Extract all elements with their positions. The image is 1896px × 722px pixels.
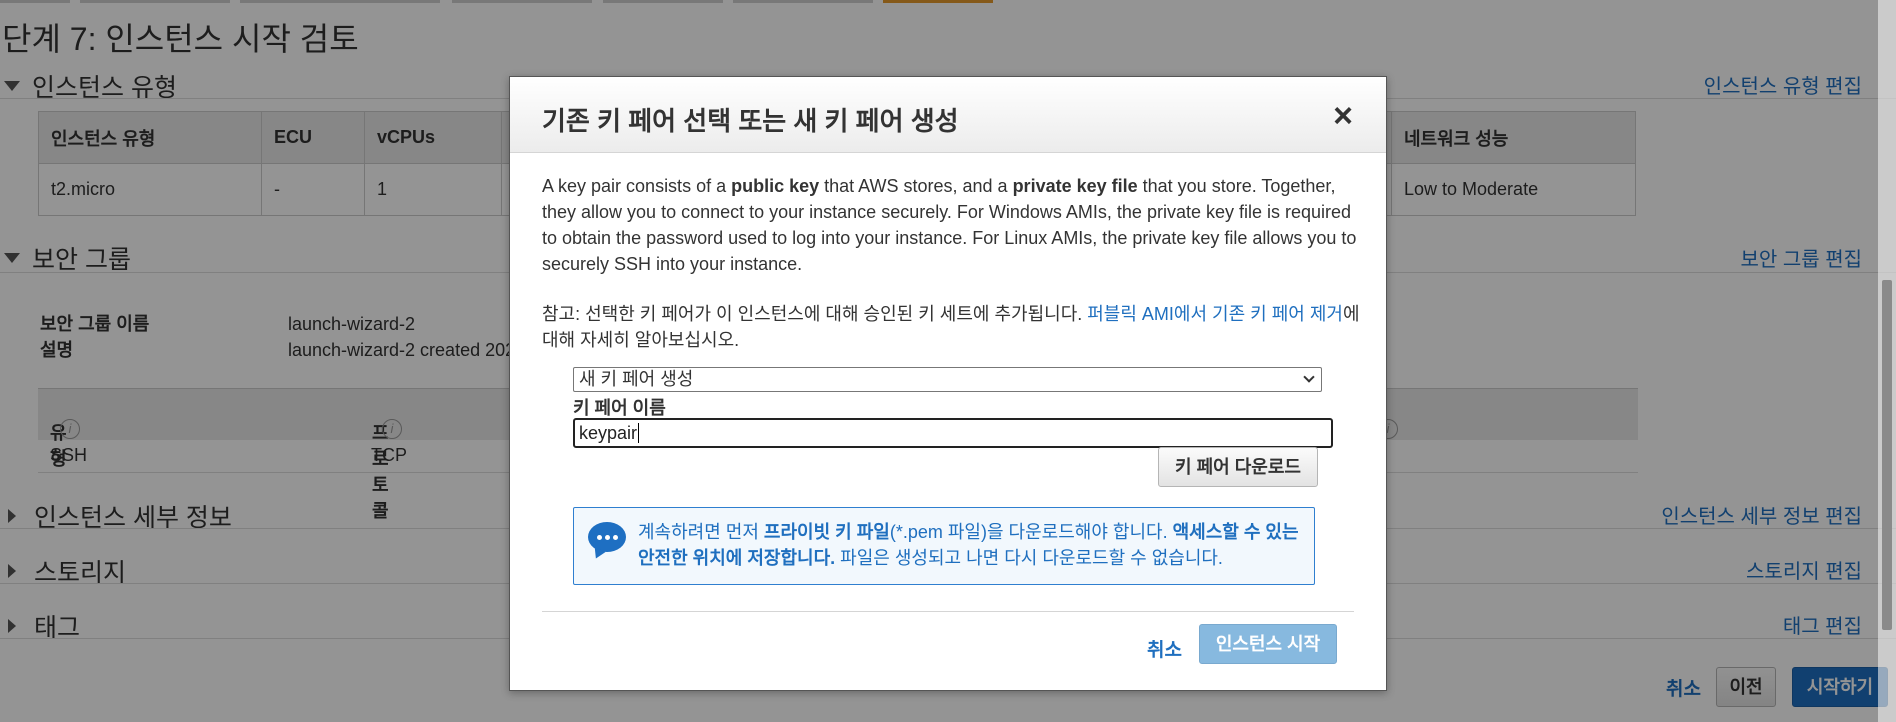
page-scrollbar[interactable] [1878,0,1896,722]
key-pair-name-label: 키 페어 이름 [573,398,666,418]
key-pair-note: 참고: 선택한 키 페어가 이 인스턴스에 대해 승인된 키 세트에 추가됩니다… [542,304,1360,350]
dialog-footer-divider [542,611,1354,612]
download-key-pair-button[interactable]: 키 페어 다운로드 [1158,447,1318,487]
input-value: keypair [579,423,638,443]
dialog-cancel-link[interactable]: 취소 [1147,635,1182,662]
remove-key-pair-help-link[interactable]: 퍼블릭 AMI에서 기존 키 페어 제거 [1087,304,1343,324]
key-pair-dialog: 기존 키 페어 선택 또는 새 키 페어 생성 × A key pair con… [509,76,1387,691]
launch-instance-button[interactable]: 인스턴스 시작 [1199,624,1337,664]
key-pair-option-select[interactable]: 새 키 페어 생성 [573,367,1322,392]
dialog-header: 기존 키 페어 선택 또는 새 키 페어 생성 × [510,77,1386,153]
text-caret [638,423,640,443]
dialog-title: 기존 키 페어 선택 또는 새 키 페어 생성 [542,106,959,136]
key-pair-name-input[interactable]: keypair [573,418,1333,448]
key-pair-description: A key pair consists of a public key that… [542,176,1357,274]
chevron-down-icon [1303,371,1315,383]
chat-bubble-icon [588,522,626,552]
select-value: 새 키 페어 생성 [579,369,694,389]
close-icon[interactable]: × [1333,99,1353,133]
alert-message: 계속하려면 먼저 프라이빗 키 파일(*.pem 파일)을 다운로드해야 합니다… [638,522,1299,568]
download-info-alert: 계속하려면 먼저 프라이빗 키 파일(*.pem 파일)을 다운로드해야 합니다… [573,507,1315,585]
scrollbar-thumb[interactable] [1882,280,1892,630]
